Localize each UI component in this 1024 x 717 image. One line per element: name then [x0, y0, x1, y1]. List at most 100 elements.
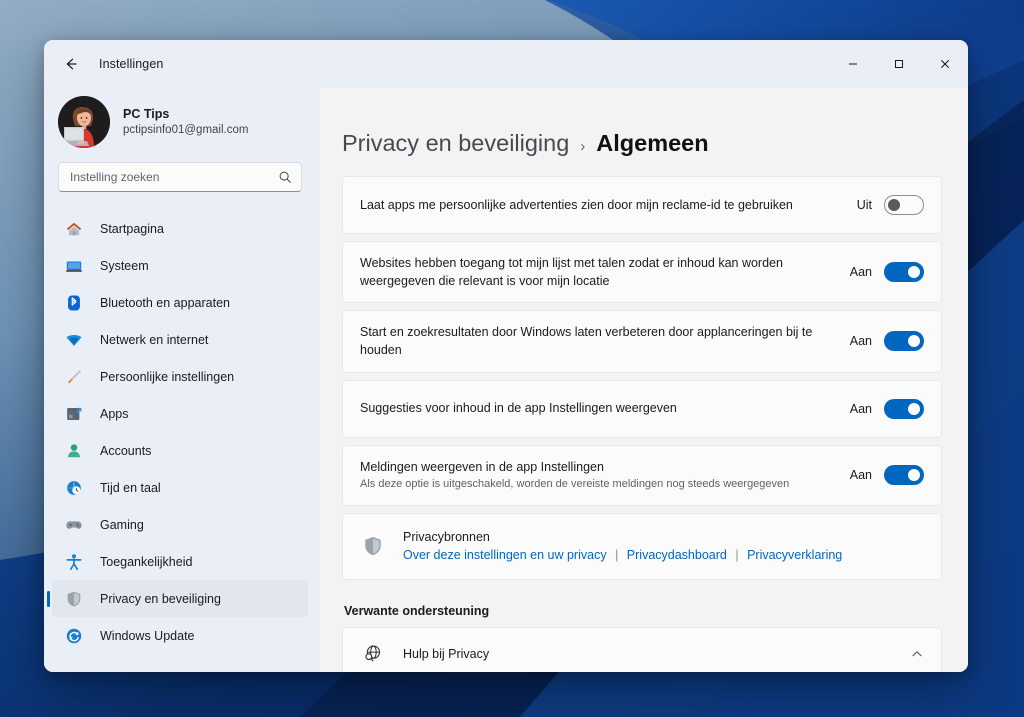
setting-title: Laat apps me persoonlijke advertenties z…: [360, 197, 793, 212]
sidebar-item-toegankelijkheid[interactable]: Toegankelijkheid: [52, 543, 308, 580]
setting-text: Laat apps me persoonlijke advertenties z…: [360, 184, 836, 226]
sidebar-item-label: Apps: [100, 406, 129, 421]
sidebar-item-accounts[interactable]: Accounts: [52, 432, 308, 469]
home-icon: [64, 219, 84, 239]
account-email: pctipsinfo01@gmail.com: [123, 123, 249, 136]
link-privacy-dashboard[interactable]: Privacydashboard: [627, 548, 727, 562]
toggle-knob: [908, 266, 920, 279]
chevron-right-icon: ›: [580, 138, 586, 155]
help-privacy-row[interactable]: Hulp bij Privacy: [342, 627, 942, 672]
toggle-state-label: Uit: [856, 198, 872, 212]
shield-icon: [64, 589, 84, 609]
help-privacy-label: Hulp bij Privacy: [403, 646, 490, 661]
page-title: Algemeen: [596, 130, 709, 156]
setting-toggle[interactable]: [884, 398, 924, 419]
sidebar-item-gaming[interactable]: Gaming: [52, 506, 308, 543]
sidebar-item-label: Tijd en taal: [100, 480, 161, 495]
setting-subtitle: Als deze optie is uitgeschakeld, worden …: [360, 477, 790, 490]
setting-toggle[interactable]: [884, 331, 924, 352]
back-button[interactable]: [54, 49, 88, 79]
setting-title: Suggesties voor inhoud in de app Instell…: [360, 401, 677, 416]
setting-row[interactable]: Websites hebben toegang tot mijn lijst m…: [342, 241, 942, 304]
app-title: Instellingen: [99, 57, 164, 71]
gamepad-icon: [64, 515, 84, 535]
setting-toggle[interactable]: [884, 262, 924, 283]
setting-text: Start en zoekresultaten door Windows lat…: [360, 311, 836, 371]
breadcrumb-parent[interactable]: Privacy en beveiliging: [342, 130, 569, 157]
setting-row[interactable]: Start en zoekresultaten door Windows lat…: [342, 310, 942, 373]
setting-title: Start en zoekresultaten door Windows lat…: [360, 325, 813, 358]
bluetooth-icon: [64, 293, 84, 313]
link-about-privacy[interactable]: Over deze instellingen en uw privacy: [403, 548, 607, 562]
sidebar-item-systeem[interactable]: Systeem: [52, 247, 308, 284]
maximize-icon: [895, 60, 903, 68]
sidebar-item-label: Netwerk en internet: [100, 332, 209, 347]
avatar: [58, 96, 110, 148]
window-titlebar: Instellingen: [44, 40, 968, 88]
search-icon: [279, 171, 291, 183]
setting-row[interactable]: Suggesties voor inhoud in de app Instell…: [342, 379, 942, 438]
toggle-knob: [908, 402, 920, 415]
privacy-resources-card: Privacybronnen Over deze instellingen en…: [342, 512, 942, 581]
search-input[interactable]: [70, 170, 278, 184]
maximize-button[interactable]: [876, 40, 922, 88]
sidebar-item-label: Persoonlijke instellingen: [100, 369, 235, 384]
content-pane: Privacy en beveiliging › Algemeen Laat a…: [320, 88, 968, 672]
close-button[interactable]: [922, 40, 968, 88]
related-support-heading: Verwante ondersteuning: [344, 604, 490, 619]
account-name: PC Tips: [123, 106, 170, 121]
back-arrow-icon: [66, 58, 77, 70]
toggle-group: Aan: [849, 465, 924, 486]
sidebar-item-label: Accounts: [100, 443, 152, 458]
setting-toggle[interactable]: [884, 195, 924, 215]
sidebar-item-persoonlijke-instellingen[interactable]: Persoonlijke instellingen: [52, 358, 308, 395]
search-box[interactable]: [58, 162, 302, 192]
clock-globe-icon: [64, 478, 84, 498]
sidebar-item-windows-update[interactable]: Windows Update: [52, 617, 308, 654]
sidebar: PC Tips pctipsinfo01@gmail.com Instellin…: [44, 88, 320, 672]
breadcrumb: Privacy en beveiliging › Algemeen: [342, 88, 942, 176]
minimize-button[interactable]: [830, 40, 876, 88]
system-monitor-icon: [64, 256, 84, 276]
toggle-group: Aan: [849, 331, 924, 352]
toggle-state-label: Aan: [849, 468, 872, 483]
toggle-group: Aan: [849, 262, 924, 283]
minimize-icon: [849, 63, 857, 65]
privacy-resources-body: Privacybronnen Over deze instellingen en…: [403, 528, 842, 566]
toggle-state-label: Aan: [849, 401, 872, 416]
sidebar-item-label: Privacy en beveiliging: [100, 591, 221, 606]
privacy-resources-title: Privacybronnen: [403, 529, 490, 544]
close-icon: [941, 60, 949, 68]
setting-row[interactable]: Laat apps me persoonlijke advertenties z…: [342, 176, 942, 234]
sidebar-item-privacy-en-beveiliging[interactable]: Privacy en beveiliging: [52, 580, 308, 617]
paintbrush-icon: [64, 367, 84, 387]
account-text: PC Tips pctipsinfo01@gmail.com: [123, 106, 248, 138]
setting-text: Websites hebben toegang tot mijn lijst m…: [360, 242, 836, 302]
sidebar-item-apps[interactable]: Apps: [52, 395, 308, 432]
sidebar-item-bluetooth[interactable]: Bluetooth en apparaten: [52, 284, 308, 321]
sidebar-item-label: Systeem: [100, 258, 149, 273]
sidebar-item-startpagina[interactable]: Startpagina: [52, 210, 308, 247]
toggle-state-label: Aan: [849, 265, 872, 280]
toggle-knob: [908, 469, 920, 482]
setting-row[interactable]: Meldingen weergeven in de app Instelling…: [342, 444, 942, 506]
setting-title: Meldingen weergeven in de app Instelling…: [360, 459, 604, 474]
account-block[interactable]: PC Tips pctipsinfo01@gmail.com: [44, 88, 320, 162]
globe-search-icon: [360, 643, 384, 664]
sidebar-nav: Startpagina Systeem Bluetooth en apparat…: [44, 210, 320, 654]
account-person-icon: [64, 441, 84, 461]
setting-toggle[interactable]: [884, 465, 924, 486]
toggle-group: Uit: [850, 195, 924, 215]
toggle-state-label: Aan: [849, 334, 872, 349]
chevron-up-icon[interactable]: [910, 647, 924, 661]
update-refresh-icon: [64, 626, 84, 646]
sidebar-item-netwerk[interactable]: Netwerk en internet: [52, 321, 308, 358]
link-privacy-statement[interactable]: Privacyverklaring: [747, 548, 842, 562]
privacy-resources-links: Over deze instellingen en uw privacy | P…: [403, 546, 842, 565]
sidebar-item-label: Startpagina: [100, 221, 164, 236]
sidebar-item-label: Gaming: [100, 517, 144, 532]
sidebar-item-label: Windows Update: [100, 628, 195, 643]
sidebar-item-tijd-en-taal[interactable]: Tijd en taal: [52, 469, 308, 506]
link-divider: |: [615, 548, 619, 563]
apps-icon: [64, 404, 84, 424]
